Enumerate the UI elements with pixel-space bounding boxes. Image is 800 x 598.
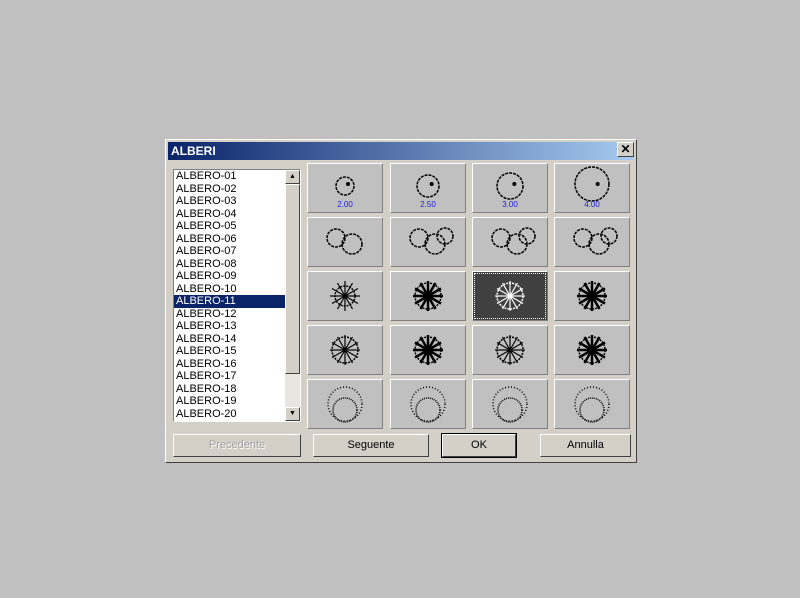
- list-item[interactable]: ALBERO-03: [174, 195, 285, 208]
- size-label: 2.00: [337, 200, 353, 209]
- tree-symbol-icon: [492, 386, 528, 423]
- tree-symbol-icon: [573, 227, 618, 255]
- size-label: 3.00: [502, 200, 518, 209]
- tree-symbol-cell[interactable]: [307, 217, 383, 267]
- tree-symbol-icon: [413, 281, 443, 311]
- size-label: 2.50: [420, 200, 436, 209]
- list-item[interactable]: ALBERO-06: [174, 233, 285, 246]
- tree-symbol-icon: [330, 281, 360, 311]
- dialog-title: ALBERI: [168, 142, 634, 160]
- next-button[interactable]: Seguente: [313, 434, 429, 457]
- tree-symbol-cell[interactable]: [472, 217, 548, 267]
- list-item[interactable]: ALBERO-16: [174, 358, 285, 371]
- tree-symbol-cell[interactable]: 2.00: [307, 163, 383, 213]
- tree-symbol-cell[interactable]: 2.50: [390, 163, 466, 213]
- list-item[interactable]: ALBERO-18: [174, 383, 285, 396]
- tree-list[interactable]: ALBERO-01 ALBERO-02 ALBERO-03 ALBERO-04 ALBE…: [173, 169, 301, 422]
- tree-symbol-cell[interactable]: [390, 325, 466, 375]
- tree-symbol-icon: [495, 281, 525, 311]
- tree-symbol-cell[interactable]: [390, 271, 466, 321]
- tree-symbol-icon: [577, 335, 607, 365]
- list-item[interactable]: ALBERO-04: [174, 208, 285, 221]
- tree-symbol-icon: [326, 228, 363, 255]
- alberi-dialog: ALBERI ✕ ALBERO-01 ALBERO-02 ALBERO-03 ALBE…: [165, 139, 637, 463]
- tree-symbol-icon: [577, 281, 607, 311]
- size-label: 4.00: [584, 200, 600, 209]
- ok-button[interactable]: OK: [441, 433, 517, 458]
- list-item[interactable]: ALBERO-15: [174, 345, 285, 358]
- tree-symbol-cell[interactable]: [307, 325, 383, 375]
- list-item[interactable]: ALBERO-12: [174, 308, 285, 321]
- scroll-thumb[interactable]: [285, 184, 300, 374]
- tree-symbol-cell[interactable]: [472, 271, 548, 321]
- tree-symbol-cell[interactable]: [554, 379, 630, 429]
- list-item[interactable]: ALBERO-14: [174, 333, 285, 346]
- scroll-down-arrow-icon[interactable]: ▼: [285, 407, 300, 421]
- list-item[interactable]: ALBERO-11: [174, 295, 285, 308]
- cancel-button[interactable]: Annulla: [540, 434, 631, 457]
- scroll-up-arrow-icon[interactable]: ▲: [285, 170, 300, 184]
- list-item[interactable]: ALBERO-08: [174, 258, 285, 271]
- list-item[interactable]: ALBERO-09: [174, 270, 285, 283]
- tree-symbol-cell[interactable]: [554, 271, 630, 321]
- tree-symbol-cell[interactable]: 3.00: [472, 163, 548, 213]
- tree-symbol-icon: [574, 386, 610, 423]
- tree-symbol-cell[interactable]: [390, 217, 466, 267]
- list-item[interactable]: ALBERO-07: [174, 245, 285, 258]
- tree-symbol-cell[interactable]: 4.00: [554, 163, 630, 213]
- list-scrollbar[interactable]: ▲ ▼: [285, 170, 300, 421]
- list-item[interactable]: ALBERO-01: [174, 170, 285, 183]
- list-item[interactable]: ALBERO-19: [174, 395, 285, 408]
- list-item[interactable]: ALBERO-13: [174, 320, 285, 333]
- tree-symbol-icon: [491, 227, 536, 255]
- tree-symbol-icon: [327, 386, 363, 423]
- previous-button[interactable]: Precedente: [173, 434, 301, 457]
- tree-symbol-icon: [330, 335, 360, 365]
- tree-symbol-icon: [409, 227, 454, 255]
- tree-symbol-icon: [410, 386, 446, 423]
- tree-symbol-icon: [495, 335, 525, 365]
- tree-symbol-cell[interactable]: [390, 379, 466, 429]
- list-item[interactable]: ALBERO-17: [174, 370, 285, 383]
- tree-symbol-cell[interactable]: [554, 325, 630, 375]
- tree-symbol-cell[interactable]: [307, 379, 383, 429]
- list-item[interactable]: ALBERO-02: [174, 183, 285, 196]
- tree-symbol-cell[interactable]: [554, 217, 630, 267]
- tree-symbol-cell[interactable]: [472, 325, 548, 375]
- list-item[interactable]: ALBERO-20: [174, 408, 285, 421]
- tree-symbol-cell[interactable]: [472, 379, 548, 429]
- tree-symbol-icon: [413, 335, 443, 365]
- list-item[interactable]: ALBERO-05: [174, 220, 285, 233]
- close-button[interactable]: ✕: [617, 142, 634, 157]
- list-item[interactable]: ALBERO-10: [174, 283, 285, 296]
- tree-symbol-cell[interactable]: [307, 271, 383, 321]
